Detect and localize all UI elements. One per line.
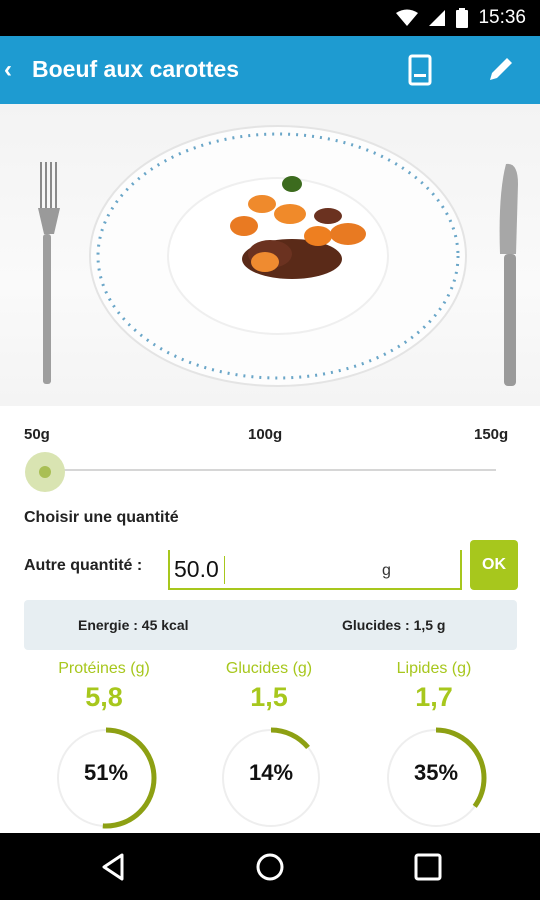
- carbs-summary: Glucides : 1,5 g: [342, 617, 446, 633]
- wifi-icon: [396, 9, 419, 26]
- macro-percent: 14%: [248, 760, 294, 785]
- signal-icon: [429, 10, 446, 26]
- app-bar: ‹ Boeuf aux carottes: [0, 36, 540, 104]
- system-nav-bar: [0, 833, 540, 900]
- macro-fats: Lipides (g) 1,7 35%: [364, 660, 504, 829]
- quantity-unit: g: [382, 562, 391, 579]
- energy-summary: Energie : 45 kcal: [78, 617, 189, 633]
- slider-labels: 50g 100g 150g: [0, 426, 540, 448]
- slider-label-min: 50g: [24, 426, 50, 443]
- other-quantity-label: Autre quantité :: [24, 557, 143, 574]
- text-cursor: [224, 556, 225, 584]
- book-icon[interactable]: [408, 54, 434, 86]
- quantity-slider-track[interactable]: [44, 469, 496, 471]
- page-title: Boeuf aux carottes: [32, 56, 240, 82]
- edit-pencil-icon[interactable]: [486, 54, 516, 84]
- home-circle-icon[interactable]: [254, 851, 286, 883]
- quantity-field[interactable]: g: [168, 550, 462, 590]
- status-time: 15:36: [478, 7, 526, 28]
- fork-icon: [38, 162, 60, 384]
- ok-button[interactable]: OK: [470, 540, 518, 590]
- status-icons: 15:36: [396, 0, 526, 36]
- macro-proteins: Protéines (g) 5,8 51%: [34, 660, 174, 829]
- choose-quantity-label: Choisir une quantité: [24, 509, 179, 526]
- macro-value: 5,8: [85, 682, 123, 712]
- macro-name: Glucides (g): [225, 660, 313, 677]
- macro-name: Protéines (g): [58, 660, 150, 677]
- quantity-slider-thumb[interactable]: [25, 452, 65, 492]
- plate-illustration: [38, 125, 518, 387]
- macro-value: 1,7: [415, 682, 453, 712]
- macro-percent: 35%: [413, 760, 459, 785]
- slider-label-mid: 100g: [248, 426, 283, 443]
- slider-label-max: 150g: [474, 426, 509, 443]
- battery-icon: [456, 8, 469, 28]
- back-button[interactable]: ‹: [4, 56, 12, 84]
- status-bar: 15:36: [0, 0, 540, 36]
- back-triangle-icon[interactable]: [98, 851, 130, 883]
- nutrition-summary: Energie : 45 kcal Glucides : 1,5 g: [24, 600, 517, 650]
- macro-value: 1,5: [250, 682, 288, 712]
- macro-name: Lipides (g): [396, 660, 472, 677]
- macro-percent: 51%: [83, 760, 129, 785]
- knife-icon: [499, 163, 518, 386]
- quantity-input[interactable]: [174, 552, 374, 586]
- macro-carbs: Glucides (g) 1,5 14%: [199, 660, 339, 829]
- recents-square-icon[interactable]: [412, 851, 444, 883]
- dish-photo: [0, 104, 540, 406]
